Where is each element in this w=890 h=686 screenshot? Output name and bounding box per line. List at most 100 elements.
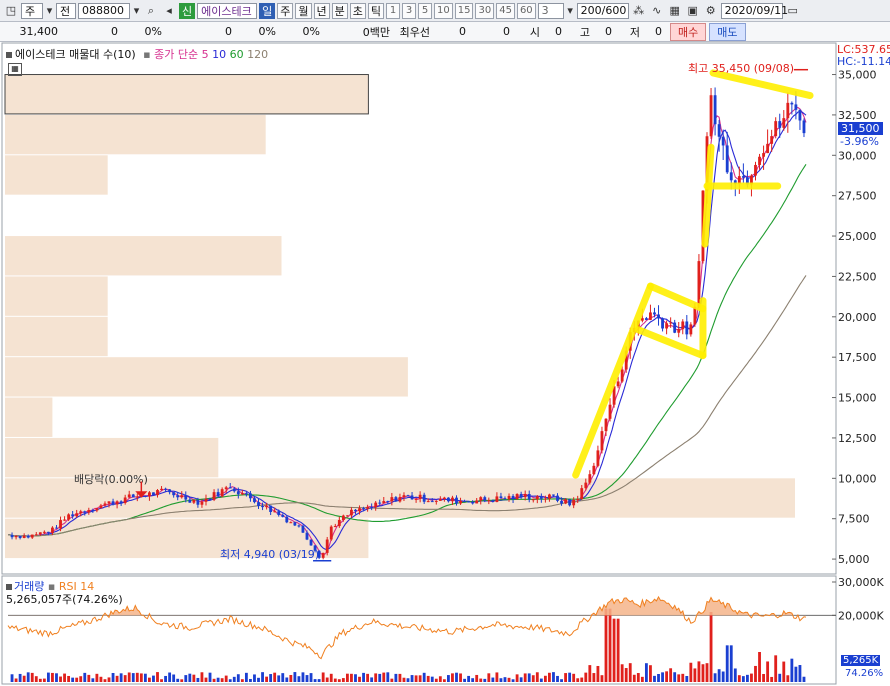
rsi-overbought-fill	[8, 596, 806, 616]
interval-60[interactable]: 60	[516, 2, 536, 19]
buy-button[interactable]: 매수	[670, 22, 707, 41]
volume-bar	[224, 675, 228, 682]
candle-body	[677, 329, 681, 333]
best-ask: 0	[503, 25, 510, 38]
tab-tick[interactable]: 틱	[367, 2, 384, 19]
candle-body	[669, 322, 673, 324]
volume-bar	[333, 678, 337, 682]
volume-bar	[616, 618, 620, 682]
volume-bar	[370, 677, 374, 682]
candle-body	[212, 492, 216, 500]
stock-chart[interactable]: 35,000 32,500 30,000 27,500 25,000 22,500 20,0…	[0, 42, 890, 686]
volume-bar	[531, 675, 535, 682]
type-select[interactable]: 주	[21, 2, 43, 19]
candle-body	[426, 501, 430, 503]
candle-body	[18, 535, 22, 539]
line-tool-icon[interactable]: ∿	[649, 3, 665, 19]
candle-body	[30, 534, 34, 538]
volume-bar	[216, 677, 220, 682]
chevron-down-icon[interactable]: ▾	[45, 3, 54, 19]
candle-body	[798, 109, 802, 121]
volume-bar	[802, 676, 806, 682]
volume-bar	[164, 675, 167, 682]
chevron-down-icon[interactable]: ▾	[132, 3, 141, 19]
candle-body	[277, 511, 281, 515]
volume-bar	[240, 679, 244, 682]
save-icon[interactable]: ▣	[685, 3, 701, 19]
candle-body	[455, 497, 458, 504]
candle-body	[152, 492, 155, 496]
candle-body	[168, 489, 172, 493]
candle-body	[430, 501, 434, 503]
chart-settings-icon[interactable]: ⁂	[631, 3, 647, 19]
volume-bar	[269, 674, 273, 682]
market-select[interactable]: 전	[56, 2, 76, 19]
search-icon[interactable]: ⌕	[143, 3, 159, 19]
volume-bar	[55, 673, 58, 682]
candle-body	[325, 539, 329, 553]
tab-minute[interactable]: 분	[331, 2, 348, 19]
volume-bar	[398, 673, 402, 682]
interval-input[interactable]: 3	[537, 2, 564, 19]
interval-15[interactable]: 15	[454, 2, 474, 19]
grid-icon[interactable]: ▦	[667, 3, 683, 19]
candle-body	[398, 497, 402, 502]
candle-body	[67, 514, 71, 520]
current-change-tag: -3.96%	[840, 135, 879, 148]
volume-current-tag: 5,265K	[841, 655, 881, 666]
interval-10[interactable]: 10	[434, 2, 453, 19]
tab-year[interactable]: 년	[313, 2, 330, 19]
ma5-label: 5	[201, 48, 209, 61]
candle-body	[548, 494, 551, 499]
window-icon[interactable]: ◳	[3, 3, 19, 19]
volume-bar	[657, 673, 660, 682]
candle-body	[14, 535, 18, 538]
volume-bar	[38, 678, 42, 682]
calendar-icon[interactable]: ▭	[785, 3, 801, 19]
stock-name-field: 에이스테크	[197, 2, 258, 19]
candle-body	[539, 496, 543, 499]
candle-body	[459, 500, 462, 504]
volume-bar	[653, 675, 656, 682]
volume-bar	[624, 668, 628, 682]
table-icon[interactable]: ▦	[8, 63, 22, 76]
speaker-icon[interactable]: ◂	[161, 3, 177, 19]
interval-45[interactable]: 45	[496, 2, 515, 19]
volume-bar	[30, 672, 34, 682]
chevron-down-icon[interactable]: ▾	[566, 3, 575, 19]
interval-5[interactable]: 5	[418, 2, 432, 19]
volume-bar	[483, 678, 487, 682]
volume-bar	[293, 672, 297, 682]
volume-bar	[139, 673, 143, 682]
volume-bar	[366, 673, 370, 682]
candle-body	[782, 118, 786, 128]
volume-bar	[511, 679, 515, 682]
volume-bar	[491, 677, 495, 682]
interval-30[interactable]: 30	[475, 2, 495, 19]
volume-bar	[669, 668, 673, 682]
tab-month[interactable]: 월	[295, 2, 312, 19]
stock-code-input[interactable]: 088800	[78, 2, 130, 19]
date-input[interactable]: 2020/09/11	[720, 2, 788, 19]
candle-body	[580, 488, 584, 500]
interval-1[interactable]: 1	[386, 2, 400, 19]
volume-bar	[350, 673, 353, 682]
tab-week[interactable]: 주	[277, 2, 294, 19]
volume-bar	[758, 652, 761, 682]
candle-body	[729, 172, 733, 181]
candle-body	[657, 314, 660, 319]
volume-bar	[479, 678, 483, 682]
sell-button[interactable]: 매도	[709, 22, 746, 41]
volume-bar	[632, 674, 636, 682]
candle-body	[204, 498, 208, 502]
candle-body	[143, 495, 147, 497]
gear-icon[interactable]: ⚙	[703, 3, 719, 19]
volume-bar	[414, 675, 418, 682]
volume-bar	[580, 677, 584, 682]
tab-day[interactable]: 일	[259, 2, 276, 19]
count-input[interactable]: 200/600	[576, 2, 629, 19]
interval-3[interactable]: 3	[402, 2, 416, 19]
price-tick-label: 10,000	[838, 472, 877, 485]
tab-second[interactable]: 초	[349, 2, 366, 19]
volume-bar	[99, 676, 103, 682]
